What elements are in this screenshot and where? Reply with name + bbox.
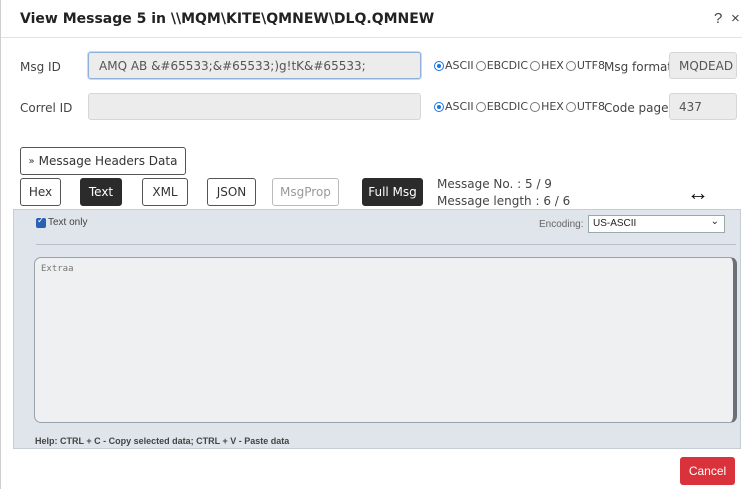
radio-selected-icon xyxy=(434,60,444,71)
correl-id-encoding-radios: ASCII EBCDIC HEX UTF8 xyxy=(434,100,607,113)
radio-icon xyxy=(530,60,541,71)
radio-label: ASCII xyxy=(445,100,474,113)
radio-label: ASCII xyxy=(445,59,474,72)
msg-id-radio-utf8[interactable]: UTF8 xyxy=(565,59,605,72)
message-headers-toggle-button[interactable]: » Message Headers Data xyxy=(20,147,186,175)
json-view-button[interactable]: JSON xyxy=(207,178,256,206)
radio-label: EBCDIC xyxy=(486,59,529,72)
radio-label: UTF8 xyxy=(576,59,605,72)
msg-id-field[interactable]: AMQ AB &#65533;&#65533;)g!tK&#65533; xyxy=(88,52,421,79)
msg-id-encoding-radios: ASCII EBCDIC HEX UTF8 xyxy=(434,59,607,72)
dialog-title: View Message 5 in \\MQM\KITE\QMNEW\DLQ.Q… xyxy=(20,11,435,27)
expand-arrows-icon[interactable]: ↔ xyxy=(687,180,709,206)
correl-id-radio-ascii[interactable]: ASCII xyxy=(434,100,474,113)
msgprop-view-button[interactable]: MsgProp xyxy=(272,178,339,206)
radio-icon xyxy=(475,60,486,71)
msg-id-radio-hex[interactable]: HEX xyxy=(530,59,564,72)
encoding-value: US-ASCII xyxy=(593,218,637,229)
radio-label: EBCDIC xyxy=(486,100,529,113)
correl-id-radio-hex[interactable]: HEX xyxy=(530,100,564,113)
correl-id-radio-utf8[interactable]: UTF8 xyxy=(565,100,605,113)
msg-format-field[interactable]: MQDEAD xyxy=(669,52,737,79)
encoding-label: Encoding: xyxy=(539,219,584,230)
chevron-down-icon: ⌄ xyxy=(710,216,719,227)
text-only-label: Text only xyxy=(48,217,88,228)
message-text-area[interactable]: Extraa xyxy=(34,257,737,423)
code-page-label: Code page xyxy=(604,101,669,115)
panel-toolbar: Text only Encoding: US-ASCII ⌄ xyxy=(14,210,740,238)
chevrons-down-icon: » xyxy=(28,155,35,167)
radio-icon xyxy=(565,60,576,71)
dialog-titlebar: View Message 5 in \\MQM\KITE\QMNEW\DLQ.Q… xyxy=(1,0,742,38)
message-length: Message length : 6 / 6 xyxy=(437,194,571,208)
radio-label: HEX xyxy=(541,100,564,113)
radio-icon xyxy=(565,101,576,112)
help-icon[interactable]: ? xyxy=(714,10,722,27)
correl-id-field[interactable] xyxy=(88,93,421,120)
radio-label: UTF8 xyxy=(576,100,605,113)
panel-divider xyxy=(36,244,736,245)
radio-icon xyxy=(475,101,486,112)
radio-icon xyxy=(530,101,541,112)
msg-id-radio-ascii[interactable]: ASCII xyxy=(434,59,474,72)
text-only-checkbox[interactable] xyxy=(36,215,46,228)
message-headers-label: Message Headers Data xyxy=(38,154,178,168)
message-number: Message No. : 5 / 9 xyxy=(437,177,552,191)
msg-id-radio-ebcdic[interactable]: EBCDIC xyxy=(475,59,529,72)
message-info: Message No. : 5 / 9 Message length : 6 /… xyxy=(437,176,570,210)
xml-view-button[interactable]: XML xyxy=(142,178,188,206)
correl-id-label: Correl ID xyxy=(20,101,73,115)
text-view-button[interactable]: Text xyxy=(80,178,122,206)
radio-selected-icon xyxy=(434,101,444,112)
msg-format-label: Msg format xyxy=(604,60,673,74)
full-msg-button[interactable]: Full Msg xyxy=(362,178,423,206)
hex-view-button[interactable]: Hex xyxy=(20,178,61,206)
code-page-field[interactable]: 437 xyxy=(669,93,737,120)
cancel-button[interactable]: Cancel xyxy=(680,457,735,485)
msg-id-label: Msg ID xyxy=(20,60,61,74)
view-message-dialog: View Message 5 in \\MQM\KITE\QMNEW\DLQ.Q… xyxy=(0,0,742,489)
encoding-select[interactable]: US-ASCII ⌄ xyxy=(588,215,725,233)
close-icon[interactable]: × xyxy=(731,10,740,27)
message-content-panel: Text only Encoding: US-ASCII ⌄ Extraa He… xyxy=(13,209,741,449)
radio-label: HEX xyxy=(541,59,564,72)
correl-id-radio-ebcdic[interactable]: EBCDIC xyxy=(475,100,529,113)
help-text: Help: CTRL + C - Copy selected data; CTR… xyxy=(35,436,290,446)
